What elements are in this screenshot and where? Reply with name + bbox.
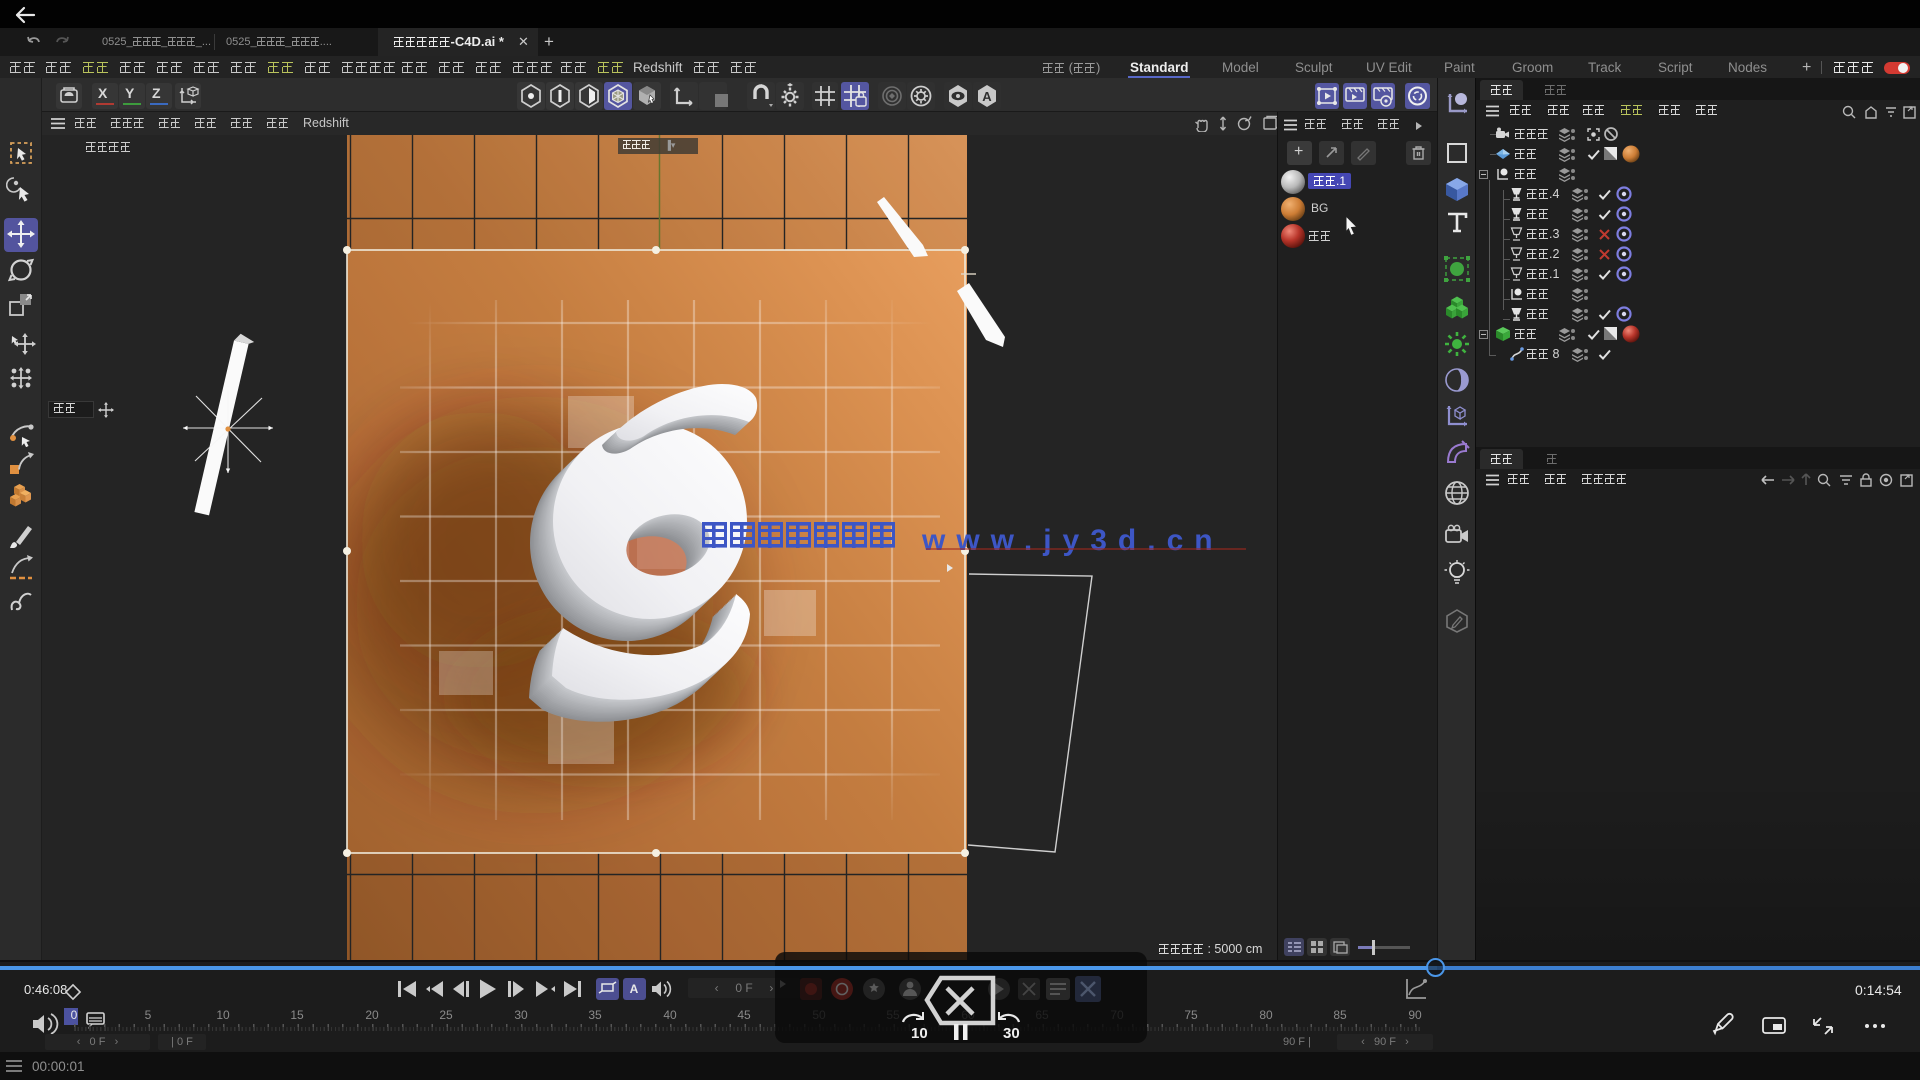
svg-text:10: 10	[911, 1025, 928, 1042]
svg-text:30: 30	[1003, 1025, 1020, 1042]
svg-text:A: A	[630, 982, 639, 996]
svg-text:A: A	[982, 89, 992, 104]
